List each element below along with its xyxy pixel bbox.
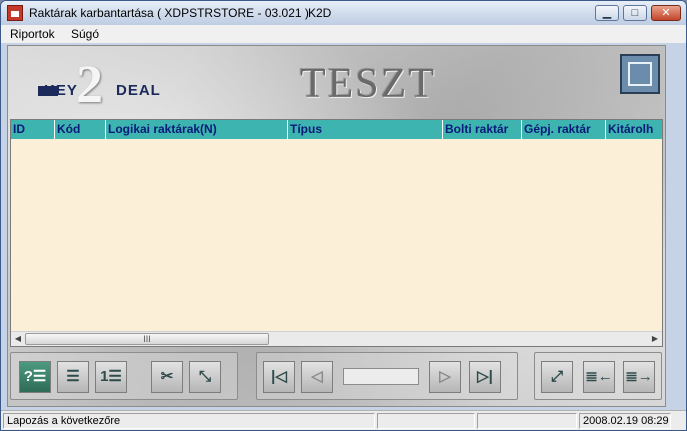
logo-deal: DEAL <box>116 82 161 99</box>
toolbar-pager-group: |◁ ◁ ▷ ▷| <box>256 352 518 400</box>
app-icon[interactable] <box>7 5 23 21</box>
column-header-id[interactable]: ID <box>11 120 55 139</box>
app-code-label: K2D <box>308 6 332 20</box>
logo-two: 2 <box>76 54 103 114</box>
unlink-icon: ⤡ <box>198 368 211 385</box>
scroll-right-arrow-icon[interactable]: ▶ <box>648 332 662 346</box>
client-area: KEY 2 DEAL TESZT ID Kód Logikai raktárak… <box>7 45 666 407</box>
close-button[interactable]: ✕ <box>651 5 681 21</box>
last-record-button[interactable]: ▷| <box>469 361 501 393</box>
toolbar-right-group: ⤢ ≣← ≣→ <box>534 352 662 400</box>
grid-header: ID Kód Logikai raktárak(N) Típus Bolti r… <box>11 120 662 139</box>
help-list-icon: ?☰ <box>23 368 47 385</box>
unlink-button[interactable]: ⤡ <box>189 361 221 393</box>
logo-key: KEY <box>44 82 78 99</box>
list-icon: ☰ <box>66 368 80 385</box>
maximize-button[interactable]: □ <box>623 5 647 21</box>
column-header-kitarolh[interactable]: Kitárolh <box>606 120 662 139</box>
status-segment-2 <box>377 413 475 429</box>
first-record-button[interactable]: |◁ <box>263 361 295 393</box>
key2deal-logo: KEY 2 DEAL <box>38 54 178 114</box>
scroll-left-arrow-icon[interactable]: ◀ <box>11 332 25 346</box>
environment-label: TESZT <box>300 61 436 107</box>
numbered-list-button[interactable]: 1☰ <box>95 361 127 393</box>
main-window: Raktárak karbantartása ( XDPSTRSTORE - 0… <box>0 0 687 431</box>
detach-icon: ⤢ <box>550 368 563 385</box>
prev-record-button[interactable]: ◁ <box>301 361 333 393</box>
column-header-logikai-raktarak[interactable]: Logikai raktárak(N) <box>106 120 288 139</box>
edit-icon <box>628 62 652 86</box>
menu-riportok[interactable]: Riportok <box>10 27 55 41</box>
menu-sugo[interactable]: Súgó <box>71 27 99 41</box>
next-record-icon: ▷ <box>439 368 451 385</box>
record-position-field[interactable] <box>343 368 419 385</box>
column-header-tipus[interactable]: Típus <box>288 120 443 139</box>
status-segment-3 <box>477 413 577 429</box>
toolbar-left-group: ?☰ ☰ 1☰ ✂ ⤡ <box>10 352 238 400</box>
numbered-list-icon: 1☰ <box>100 368 122 385</box>
last-record-icon: ▷| <box>477 368 493 385</box>
warehouse-grid[interactable]: ID Kód Logikai raktárak(N) Típus Bolti r… <box>10 119 663 347</box>
column-header-bolti-raktar[interactable]: Bolti raktár <box>443 120 522 139</box>
tools-button[interactable]: ✂ <box>151 361 183 393</box>
column-header-kod[interactable]: Kód <box>55 120 106 139</box>
scroll-thumb[interactable]: III <box>25 333 269 345</box>
status-datetime: 2008.02.19 08:29 <box>579 413 671 429</box>
status-hint: Lapozás a következőre <box>3 413 375 429</box>
title-bar[interactable]: Raktárak karbantartása ( XDPSTRSTORE - 0… <box>1 1 686 25</box>
window-title: Raktárak karbantartása ( XDPSTRSTORE - 0… <box>29 6 309 20</box>
tools-icon: ✂ <box>160 368 174 385</box>
next-record-button[interactable]: ▷ <box>429 361 461 393</box>
horizontal-scrollbar[interactable]: ◀ III ▶ <box>11 331 662 346</box>
move-left-icon: ≣← <box>585 368 613 385</box>
list-view-button[interactable]: ☰ <box>57 361 89 393</box>
move-left-button[interactable]: ≣← <box>583 361 615 393</box>
prev-record-icon: ◁ <box>311 368 323 385</box>
help-list-button[interactable]: ?☰ <box>19 361 51 393</box>
status-bar: Lapozás a következőre 2008.02.19 08:29 <box>1 410 686 430</box>
move-right-icon: ≣→ <box>625 368 653 385</box>
column-header-gepj-raktar[interactable]: Gépj. raktár <box>522 120 606 139</box>
minimize-button[interactable]: ▁ <box>595 5 619 21</box>
first-record-icon: |◁ <box>271 368 287 385</box>
move-right-button[interactable]: ≣→ <box>623 361 655 393</box>
detach-button[interactable]: ⤢ <box>541 361 573 393</box>
edit-button[interactable] <box>620 54 660 94</box>
menu-bar: Riportok Súgó <box>1 25 686 43</box>
